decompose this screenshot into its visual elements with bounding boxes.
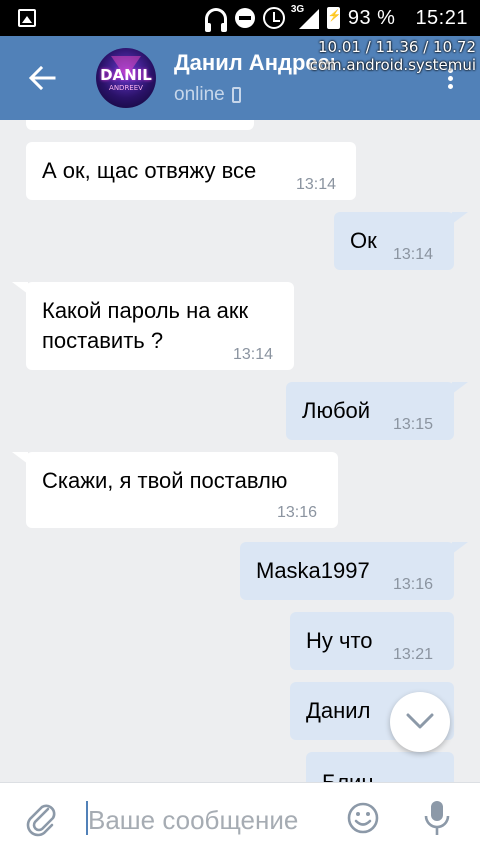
message-bubble-incoming[interactable]: Какой пароль на акк поставить ? 13:14 <box>26 282 294 370</box>
battery-percent: 93 % <box>347 6 396 29</box>
message-text: А ок, щас отвяжу все <box>42 158 257 183</box>
message-text: Какой пароль на акк поставить ? <box>42 298 249 353</box>
message-text: Любой <box>302 398 371 423</box>
smile-icon <box>347 802 379 834</box>
message-bubble-outgoing[interactable]: Блин <box>306 752 454 782</box>
voice-message-button[interactable] <box>423 799 451 842</box>
scroll-to-bottom-button[interactable] <box>390 692 450 752</box>
message-text: Ну что <box>306 628 373 653</box>
do-not-disturb-icon <box>234 8 255 28</box>
message-text: Maska1997 <box>256 558 370 583</box>
signal-icon: 3G <box>291 4 319 29</box>
alarm-icon <box>262 7 285 29</box>
message-input[interactable] <box>88 803 328 837</box>
process-name: com.android.systemui <box>309 56 476 74</box>
emoji-button[interactable] <box>346 801 380 840</box>
message-time: 13:21 <box>393 646 434 663</box>
gallery-notification-icon <box>18 9 36 27</box>
mobile-icon <box>231 87 241 103</box>
message-bubble-outgoing[interactable]: Ок 13:14 <box>334 212 454 270</box>
microphone-icon <box>424 801 450 835</box>
message-time: 13:16 <box>277 504 318 521</box>
status-icons: 3G 93 % 15:21 <box>204 4 468 32</box>
message-time: 13:14 <box>296 176 337 193</box>
message-text: Скажи, я твой поставлю <box>42 468 288 493</box>
message-bubble-incoming[interactable]: Скажи, я твой поставлю 13:16 <box>26 452 338 528</box>
message-text: Ок <box>350 228 377 253</box>
clock: 15:21 <box>415 6 468 29</box>
message-time: 13:14 <box>233 346 274 363</box>
message-time: 13:16 <box>393 576 434 593</box>
arrow-left-icon <box>28 65 56 91</box>
message-composer <box>0 782 480 854</box>
avatar-logo-subtext: ANDREEV <box>109 84 143 92</box>
message-bubble-partial <box>26 120 254 130</box>
chevron-down-icon <box>406 713 434 729</box>
battery-icon <box>326 7 342 29</box>
back-button[interactable] <box>26 62 58 94</box>
message-text: Блин <box>322 768 373 782</box>
headset-icon <box>204 8 227 32</box>
attach-button[interactable] <box>26 801 58 842</box>
cpu-load-overlay: 10.01 / 11.36 / 10.72 com.android.system… <box>310 38 476 74</box>
message-text: Данил <box>306 698 371 723</box>
message-bubble-incoming[interactable]: А ок, щас отвяжу все 13:14 <box>26 142 356 200</box>
avatar-logo-text: DANIL <box>100 66 152 84</box>
online-label: online <box>174 84 225 105</box>
contact-status: online <box>174 84 241 106</box>
message-list[interactable]: А ок, щас отвяжу все 13:14 Ок 13:14 Како… <box>0 120 480 782</box>
message-time: 13:15 <box>393 416 434 433</box>
paperclip-icon <box>26 804 56 837</box>
message-bubble-outgoing[interactable]: Любой 13:15 <box>286 382 454 440</box>
load-average: 10.01 / 11.36 / 10.72 <box>317 38 476 56</box>
status-bar: 3G 93 % 15:21 <box>0 0 480 36</box>
avatar[interactable]: DANIL ANDREEV <box>96 48 156 108</box>
message-time: 13:14 <box>393 246 434 263</box>
message-bubble-outgoing[interactable]: Ну что 13:21 <box>290 612 454 670</box>
message-bubble-outgoing[interactable]: Maska1997 13:16 <box>240 542 454 600</box>
